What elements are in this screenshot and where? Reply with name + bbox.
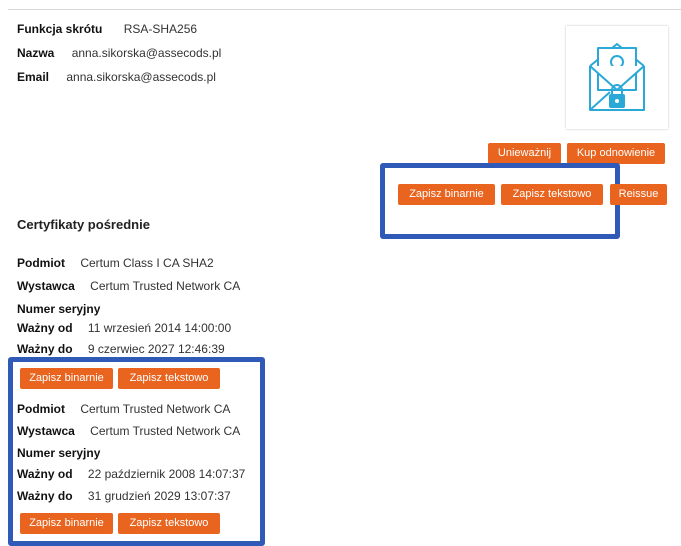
- serial-label: Numer seryjny: [17, 302, 101, 316]
- renew-button[interactable]: Kup odnowienie: [567, 143, 665, 164]
- cert1-serial-row: Numer seryjny: [17, 302, 100, 316]
- valid-from-label: Ważny od: [17, 321, 73, 335]
- valid-to-label: Ważny do: [17, 489, 73, 503]
- name-row: Nazwa anna.sikorska@assecods.pl: [17, 46, 221, 60]
- valid-to-value: 9 czerwiec 2027 12:46:39: [87, 342, 225, 356]
- cert1-save-binary-button[interactable]: Zapisz binarnie: [20, 368, 113, 389]
- cert2-save-text-button[interactable]: Zapisz tekstowo: [118, 513, 220, 534]
- valid-to-label: Ważny do: [17, 342, 73, 356]
- valid-to-value: 31 grudzień 2029 13:07:37: [87, 489, 231, 503]
- issuer-value: Certum Trusted Network CA: [90, 424, 241, 438]
- reissue-button[interactable]: Reissue: [610, 184, 667, 205]
- revoke-button[interactable]: Unieważnij: [488, 143, 561, 164]
- subject-label: Podmiot: [17, 402, 65, 416]
- intermediate-certs-title: Certyfikaty pośrednie: [17, 217, 150, 232]
- cert1-subject-row: Podmiot Certum Class I CA SHA2: [17, 256, 214, 270]
- envelope-certificate-icon: [589, 43, 645, 111]
- issuer-label: Wystawca: [17, 424, 75, 438]
- name-value: anna.sikorska@assecods.pl: [71, 46, 222, 60]
- hash-value: RSA-SHA256: [123, 22, 198, 36]
- cert2-subject-row: Podmiot Certum Trusted Network CA: [17, 402, 230, 416]
- top-divider: [8, 9, 681, 10]
- valid-from-value: 11 wrzesień 2014 14:00:00: [87, 321, 232, 335]
- cert1-valid-from-row: Ważny od 11 wrzesień 2014 14:00:00: [17, 321, 231, 335]
- certificate-icon-card: [566, 26, 668, 129]
- email-label: Email: [17, 70, 50, 84]
- save-binary-button[interactable]: Zapisz binarnie: [398, 184, 495, 205]
- valid-from-value: 22 październik 2008 14:07:37: [87, 467, 246, 481]
- cert1-valid-to-row: Ważny do 9 czerwiec 2027 12:46:39: [17, 342, 225, 356]
- serial-label: Numer seryjny: [17, 446, 101, 460]
- hash-function-row: Funkcja skrótu RSA-SHA256: [17, 22, 197, 36]
- issuer-value: Certum Trusted Network CA: [90, 279, 241, 293]
- name-label: Nazwa: [17, 46, 55, 60]
- cert2-save-binary-button[interactable]: Zapisz binarnie: [20, 513, 113, 534]
- email-value: anna.sikorska@assecods.pl: [66, 70, 216, 84]
- save-text-button[interactable]: Zapisz tekstowo: [501, 184, 603, 205]
- cert1-save-text-button[interactable]: Zapisz tekstowo: [118, 368, 220, 389]
- cert2-serial-row: Numer seryjny: [17, 446, 100, 460]
- cert2-valid-to-row: Ważny do 31 grudzień 2029 13:07:37: [17, 489, 231, 503]
- cert2-issuer-row: Wystawca Certum Trusted Network CA: [17, 424, 240, 438]
- subject-value: Certum Trusted Network CA: [80, 402, 231, 416]
- cert1-issuer-row: Wystawca Certum Trusted Network CA: [17, 279, 240, 293]
- valid-from-label: Ważny od: [17, 467, 73, 481]
- subject-label: Podmiot: [17, 256, 65, 270]
- email-row: Email anna.sikorska@assecods.pl: [17, 70, 216, 84]
- subject-value: Certum Class I CA SHA2: [80, 256, 214, 270]
- issuer-label: Wystawca: [17, 279, 75, 293]
- cert2-valid-from-row: Ważny od 22 październik 2008 14:07:37: [17, 467, 245, 481]
- hash-label: Funkcja skrótu: [17, 22, 103, 36]
